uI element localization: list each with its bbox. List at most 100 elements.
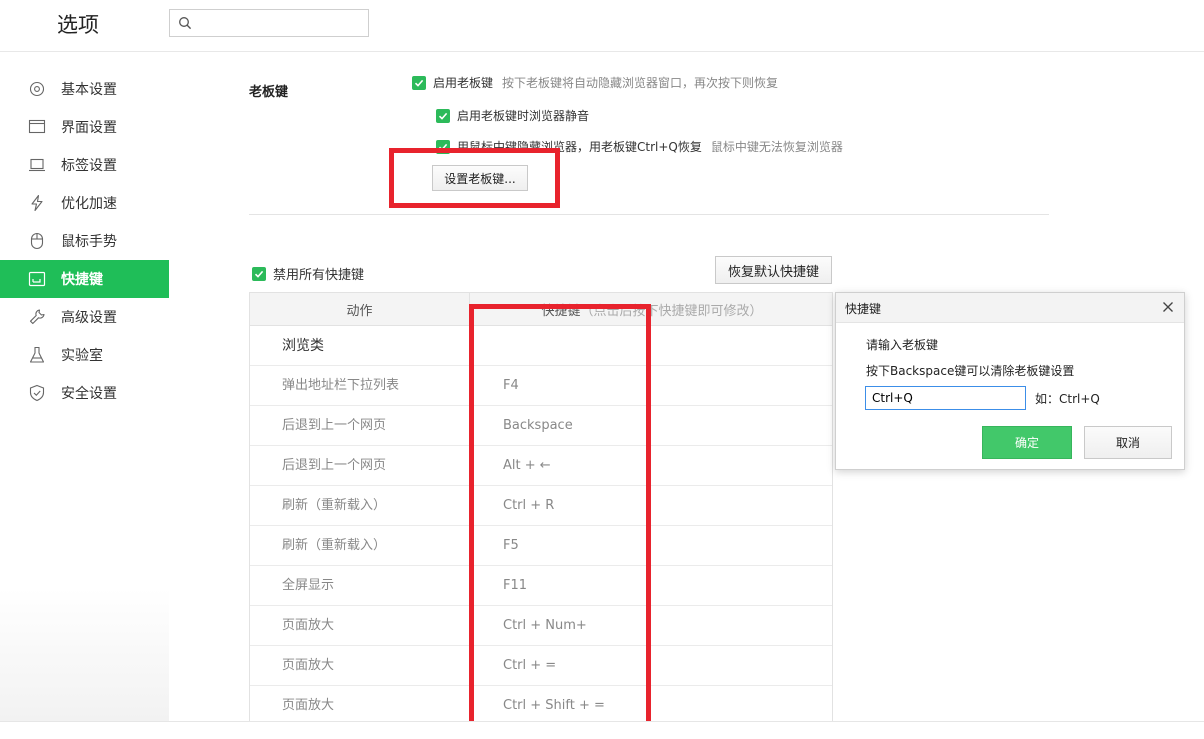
row-action: 页面放大	[282, 698, 335, 713]
flask-icon	[28, 346, 46, 364]
row-action: 页面放大	[282, 658, 335, 673]
table-row[interactable]: 刷新（重新载入） F5	[250, 526, 832, 566]
enable-boss-key-checkbox[interactable]	[412, 75, 426, 90]
sidebar-item-label: 优化加速	[61, 196, 117, 212]
middle-click-label: 用鼠标中键隐藏浏览器，用老板键Ctrl+Q恢复	[457, 140, 702, 154]
table-header: 动作 快捷键 （点击后按下快捷键即可修改）	[250, 293, 832, 326]
column-header-action: 动作	[250, 293, 470, 326]
sidebar-item-label: 界面设置	[61, 120, 117, 136]
row-key[interactable]: F11	[503, 566, 527, 606]
search-box[interactable]	[169, 9, 369, 37]
search-input[interactable]	[198, 13, 362, 33]
dialog-example: 如：Ctrl+Q	[1035, 392, 1100, 406]
boss-key-section-label: 老板键	[249, 85, 289, 100]
sidebar-item-interface[interactable]: 界面设置	[0, 108, 169, 146]
sidebar-item-label: 快捷键	[61, 272, 103, 288]
row-key[interactable]: F4	[503, 366, 519, 406]
enable-boss-key-label: 启用老板键	[433, 76, 494, 90]
mute-option[interactable]: 启用老板键时浏览器静音	[436, 107, 589, 124]
ok-button[interactable]: 确定	[982, 426, 1072, 459]
dialog-hint: 按下Backspace键可以清除老板键设置	[866, 364, 1075, 378]
disable-all-shortcuts-checkbox[interactable]	[252, 266, 266, 281]
row-action: 刷新（重新载入）	[282, 498, 387, 513]
table-row[interactable]: 全屏显示 F11	[250, 566, 832, 606]
row-action: 后退到上一个网页	[282, 458, 387, 473]
dialog-prompt: 请输入老板键	[866, 338, 939, 352]
dialog-header: 快捷键	[836, 293, 1184, 323]
sidebar-item-label: 高级设置	[61, 310, 117, 326]
table-row[interactable]: 页面放大 Ctrl + Num+	[250, 606, 832, 646]
row-key[interactable]: Ctrl + Num+	[503, 606, 587, 646]
table-row[interactable]: 后退到上一个网页 Backspace	[250, 406, 832, 446]
sidebar-item-lab[interactable]: 实验室	[0, 336, 169, 374]
row-key[interactable]: Alt + ←	[503, 446, 551, 486]
shortcut-dialog: 快捷键 请输入老板键 按下Backspace键可以清除老板键设置 如：Ctrl+…	[835, 292, 1185, 470]
column-header-key-label: 快捷键	[541, 304, 581, 319]
gear-icon	[28, 80, 46, 98]
window-icon	[28, 118, 46, 136]
row-action: 全屏显示	[282, 578, 335, 593]
sidebar-item-label: 安全设置	[61, 386, 117, 402]
table-row-category: 浏览类	[250, 326, 832, 366]
table-row[interactable]: 刷新（重新载入） Ctrl + R	[250, 486, 832, 526]
shield-icon	[28, 384, 46, 402]
sidebar-item-label: 基本设置	[61, 82, 117, 98]
disable-all-shortcuts-label: 禁用所有快捷键	[273, 268, 365, 283]
shortcuts-table: 动作 快捷键 （点击后按下快捷键即可修改） 浏览类 弹出地址栏下拉列表 F4 后退…	[249, 292, 833, 722]
row-action: 弹出地址栏下拉列表	[282, 378, 400, 393]
mouse-icon	[28, 232, 46, 250]
column-header-key-note: （点击后按下快捷键即可修改）	[580, 304, 763, 319]
set-boss-key-button[interactable]: 设置老板键...	[432, 165, 528, 191]
sidebar-item-label: 实验室	[61, 348, 103, 364]
sidebar-item-shortcuts[interactable]: 快捷键	[0, 260, 169, 298]
title-bar: 选项	[0, 0, 1204, 52]
enable-boss-key-option[interactable]: 启用老板键 按下老板键将自动隐藏浏览器窗口，再次按下则恢复	[412, 74, 778, 91]
row-key[interactable]: F5	[503, 526, 519, 566]
dialog-title: 快捷键	[845, 302, 882, 316]
search-icon	[179, 17, 192, 30]
boss-key-input[interactable]	[865, 386, 1026, 410]
sidebar-item-advanced[interactable]: 高级设置	[0, 298, 169, 336]
bottom-bar	[0, 721, 1204, 739]
check-icon	[438, 112, 448, 120]
row-key[interactable]: Ctrl + R	[503, 486, 554, 526]
mute-label: 启用老板键时浏览器静音	[457, 109, 590, 123]
table-row[interactable]: 弹出地址栏下拉列表 F4	[250, 366, 832, 406]
restore-default-shortcuts-button[interactable]: 恢复默认快捷键	[715, 256, 832, 284]
table-row[interactable]: 后退到上一个网页 Alt + ←	[250, 446, 832, 486]
sidebar: 基本设置 界面设置 标签设置 优化加速 鼠标手势 快捷键 高级设置 实验室 安全…	[0, 52, 169, 722]
middle-click-checkbox[interactable]	[436, 139, 450, 154]
mute-checkbox[interactable]	[436, 108, 450, 123]
row-action: 后退到上一个网页	[282, 418, 387, 433]
row-key[interactable]: Ctrl + Shift + =	[503, 686, 605, 722]
table-row[interactable]: 页面放大 Ctrl + =	[250, 646, 832, 686]
enable-boss-key-hint: 按下老板键将自动隐藏浏览器窗口，再次按下则恢复	[502, 76, 779, 90]
row-action: 浏览类	[282, 338, 324, 354]
middle-click-option[interactable]: 用鼠标中键隐藏浏览器，用老板键Ctrl+Q恢复 鼠标中键无法恢复浏览器	[436, 138, 843, 155]
row-action: 页面放大	[282, 618, 335, 633]
sidebar-item-optimize[interactable]: 优化加速	[0, 184, 169, 222]
close-icon[interactable]	[1161, 300, 1175, 314]
sidebar-item-security[interactable]: 安全设置	[0, 374, 169, 412]
sidebar-item-mouse[interactable]: 鼠标手势	[0, 222, 169, 260]
section-divider	[249, 214, 1049, 215]
column-header-key: 快捷键 （点击后按下快捷键即可修改）	[471, 293, 832, 326]
sidebar-item-label: 鼠标手势	[61, 234, 117, 250]
table-row[interactable]: 页面放大 Ctrl + Shift + =	[250, 686, 832, 722]
disable-all-shortcuts-option[interactable]: 禁用所有快捷键	[252, 264, 364, 283]
check-icon	[438, 143, 448, 151]
middle-click-hint: 鼠标中键无法恢复浏览器	[710, 140, 843, 154]
sidebar-item-label: 标签设置	[61, 158, 117, 174]
lightning-icon	[28, 194, 46, 212]
sidebar-item-basic[interactable]: 基本设置	[0, 70, 169, 108]
row-key[interactable]: Backspace	[503, 406, 573, 446]
cancel-button[interactable]: 取消	[1084, 426, 1172, 459]
check-icon	[414, 79, 424, 87]
check-icon	[254, 270, 264, 278]
wrench-icon	[28, 308, 46, 326]
page-title: 选项	[57, 13, 99, 37]
row-key[interactable]: Ctrl + =	[503, 646, 556, 686]
row-action: 刷新（重新载入）	[282, 538, 387, 553]
sidebar-item-tabs[interactable]: 标签设置	[0, 146, 169, 184]
keyboard-icon	[28, 270, 46, 288]
